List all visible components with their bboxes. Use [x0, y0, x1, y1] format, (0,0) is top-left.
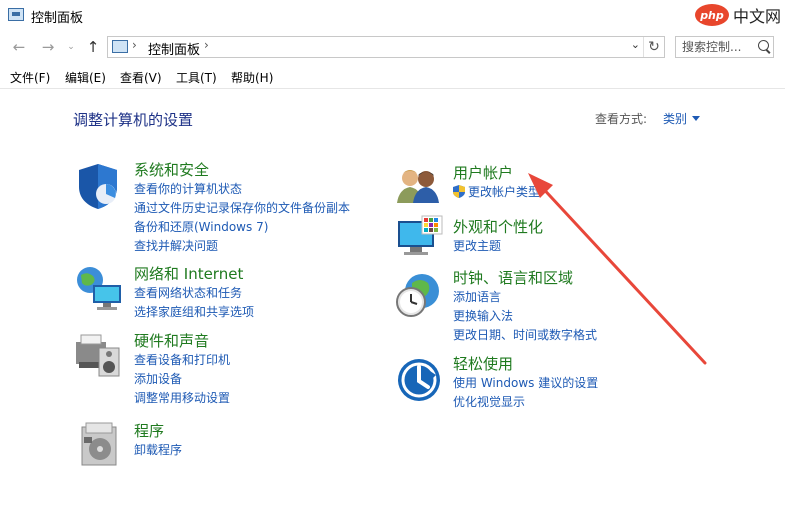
menu-help[interactable]: 帮助(H) — [231, 69, 273, 86]
user-accounts-title[interactable]: 用户帐户 — [453, 164, 540, 183]
printer-speaker-icon[interactable] — [73, 332, 125, 380]
homegroup-link[interactable]: 选择家庭组和共享选项 — [134, 303, 254, 322]
change-account-type-link[interactable]: 更改帐户类型 — [453, 183, 540, 202]
search-icon[interactable] — [758, 40, 769, 51]
arrow-right-icon: → — [41, 38, 55, 56]
history-dropdown-button[interactable]: ⌄ — [61, 37, 81, 57]
breadcrumb-separator[interactable]: › — [204, 38, 209, 52]
backup-restore-link[interactable]: 备份和还原(Windows 7) — [134, 218, 350, 237]
view-by-label: 查看方式: — [595, 112, 648, 126]
up-button[interactable]: ↑ — [83, 37, 103, 57]
control-panel-icon — [8, 8, 24, 21]
control-panel-icon — [112, 40, 128, 53]
add-language-link[interactable]: 添加语言 — [453, 288, 597, 307]
title-bar: 控制面板 php 中文网 — [0, 0, 785, 32]
change-date-time-format-link[interactable]: 更改日期、时间或数字格式 — [453, 326, 597, 345]
category-system-security: 系统和安全 查看你的计算机状态 通过文件历史记录保存你的文件备份副本 备份和还原… — [134, 161, 350, 256]
menu-bar: 文件(F) 编辑(E) 查看(V) 工具(T) 帮助(H) — [0, 66, 785, 89]
breadcrumb-control-panel[interactable]: 控制面板 — [148, 39, 200, 58]
caret-down-icon[interactable] — [692, 116, 700, 121]
category-hardware: 硬件和声音 查看设备和打印机 添加设备 调整常用移动设置 — [134, 332, 230, 408]
network-status-link[interactable]: 查看网络状态和任务 — [134, 284, 254, 303]
uac-shield-icon — [453, 185, 465, 198]
watermark-text: 中文网 — [732, 7, 781, 26]
change-input-method-link[interactable]: 更换输入法 — [453, 307, 597, 326]
php-logo: php — [694, 4, 729, 26]
back-button[interactable]: ← — [9, 37, 29, 57]
network-title[interactable]: 网络和 Internet — [134, 265, 254, 284]
menu-tools[interactable]: 工具(T) — [176, 69, 217, 86]
address-bar[interactable]: › 控制面板 › ⌄ ↻ — [107, 36, 665, 58]
appearance-title[interactable]: 外观和个性化 — [453, 218, 543, 237]
programs-icon[interactable] — [78, 419, 122, 467]
change-theme-link[interactable]: 更改主题 — [453, 237, 543, 256]
category-appearance: 外观和个性化 更改主题 — [453, 218, 543, 256]
search-input[interactable] — [676, 37, 760, 57]
view-by-dropdown[interactable]: 类别 — [663, 110, 687, 127]
search-box[interactable] — [675, 36, 774, 58]
forward-button[interactable]: → — [38, 37, 58, 57]
ease-of-access-icon[interactable] — [396, 357, 442, 403]
devices-printers-link[interactable]: 查看设备和打印机 — [134, 351, 230, 370]
mobility-settings-link[interactable]: 调整常用移动设置 — [134, 389, 230, 408]
uninstall-program-link[interactable]: 卸载程序 — [134, 441, 182, 460]
clock-globe-icon[interactable] — [394, 271, 442, 319]
menu-edit[interactable]: 编辑(E) — [65, 69, 106, 86]
programs-title[interactable]: 程序 — [134, 422, 182, 441]
category-user-accounts: 用户帐户 更改帐户类型 — [453, 164, 540, 202]
change-account-type-label: 更改帐户类型 — [468, 185, 541, 199]
appearance-icon[interactable] — [396, 215, 444, 259]
clock-language-title[interactable]: 时钟、语言和区域 — [453, 269, 597, 288]
category-programs: 程序 卸载程序 — [134, 422, 182, 460]
category-network: 网络和 Internet 查看网络状态和任务 选择家庭组和共享选项 — [134, 265, 254, 322]
category-clock-language: 时钟、语言和区域 添加语言 更换输入法 更改日期、时间或数字格式 — [453, 269, 597, 345]
user-accounts-icon[interactable] — [395, 165, 441, 205]
view-computer-status-link[interactable]: 查看你的计算机状态 — [134, 180, 350, 199]
system-security-title[interactable]: 系统和安全 — [134, 161, 350, 180]
arrow-left-icon: ← — [12, 38, 26, 56]
troubleshoot-link[interactable]: 查找并解决问题 — [134, 237, 350, 256]
menu-view[interactable]: 查看(V) — [120, 69, 162, 86]
add-device-link[interactable]: 添加设备 — [134, 370, 230, 389]
watermark: php 中文网 — [694, 2, 781, 28]
content-area: 调整计算机的设置 查看方式: 类别 系统和安全 查看你的计算机状态 通过文件历史… — [0, 89, 785, 526]
page-title: 调整计算机的设置 — [73, 111, 194, 129]
network-icon[interactable] — [73, 265, 125, 313]
menu-file[interactable]: 文件(F) — [10, 69, 50, 86]
optimize-visual-display-link[interactable]: 优化视觉显示 — [453, 393, 598, 412]
refresh-icon: ↻ — [648, 39, 660, 55]
category-ease-of-access: 轻松使用 使用 Windows 建议的设置 优化视觉显示 — [453, 355, 598, 412]
recommended-settings-link[interactable]: 使用 Windows 建议的设置 — [453, 374, 598, 393]
window-title: 控制面板 — [31, 11, 84, 26]
arrow-up-icon: ↑ — [86, 38, 100, 56]
breadcrumb-separator: › — [132, 38, 137, 52]
hardware-title[interactable]: 硬件和声音 — [134, 332, 230, 351]
shield-icon[interactable] — [73, 161, 123, 211]
address-dropdown-button[interactable]: ⌄ — [631, 38, 640, 51]
chevron-down-icon: ⌄ — [67, 42, 75, 52]
refresh-button[interactable]: ↻ — [643, 37, 664, 57]
ease-of-access-title[interactable]: 轻松使用 — [453, 355, 598, 374]
file-history-link[interactable]: 通过文件历史记录保存你的文件备份副本 — [134, 199, 350, 218]
